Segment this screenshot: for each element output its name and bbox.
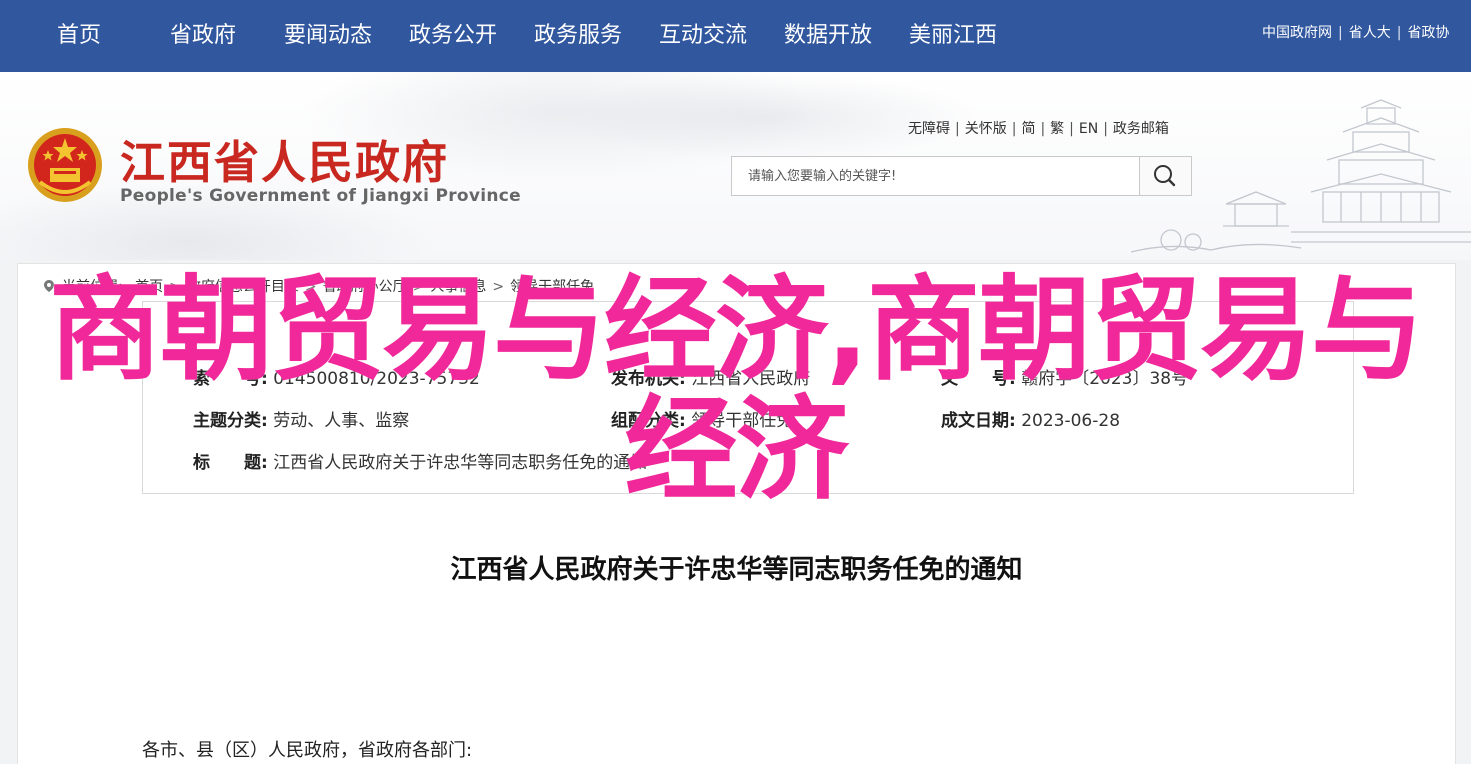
nav-gov-affairs-public[interactable]: 政务公开: [409, 0, 497, 72]
breadcrumb-personnel-info[interactable]: 人事信息: [430, 279, 486, 295]
info-publisher-value: 江西省人民政府: [691, 369, 811, 389]
divider: |: [1338, 25, 1343, 41]
info-date-value: 2023-06-28: [1021, 411, 1121, 431]
document-title: 江西省人民政府关于许忠华等同志职务任免的通知: [450, 555, 1023, 585]
breadcrumb-home[interactable]: 首页: [135, 279, 163, 295]
link-china-gov[interactable]: 中国政府网: [1262, 25, 1332, 41]
nav-news[interactable]: 要闻动态: [284, 0, 372, 72]
site-title-cn[interactable]: 江西省人民政府: [120, 126, 449, 191]
info-org-value: 领导干部任免: [691, 411, 794, 431]
divider: |: [955, 121, 960, 137]
info-org-label: 组配分类:: [611, 411, 686, 431]
national-emblem-icon[interactable]: [26, 126, 104, 204]
info-title: 标 题: 江西省人民政府关于许忠华等同志职务任免的通知: [193, 448, 647, 473]
breadcrumb-separator: >: [412, 279, 425, 295]
info-topic: 主题分类: 劳动、人事、监察: [193, 406, 409, 431]
breadcrumb-general-office[interactable]: 省政府办公厅: [323, 279, 407, 295]
nav-interaction[interactable]: 互动交流: [659, 0, 747, 72]
link-provincial-congress[interactable]: 省人大: [1349, 25, 1391, 41]
link-care-mode[interactable]: 关怀版: [965, 121, 1007, 137]
info-date: 成文日期: 2023-06-28: [941, 406, 1120, 431]
cloud-decoration: [560, 72, 980, 162]
info-date-label: 成文日期:: [941, 411, 1016, 431]
link-accessibility[interactable]: 无障碍: [908, 121, 950, 137]
tengwang-pavilion-illustration: [1131, 99, 1471, 253]
info-topic-value: 劳动、人事、监察: [273, 411, 410, 431]
link-traditional[interactable]: 繁: [1050, 121, 1064, 137]
link-english[interactable]: EN: [1079, 121, 1098, 137]
info-publisher-label: 发布机关:: [611, 369, 686, 389]
info-docno: 文 号: 赣府字〔2023〕38号: [941, 364, 1188, 389]
breadcrumb-leader-appointment[interactable]: 领导干部任免: [510, 279, 594, 295]
info-index-value: 014500810/2023-75732: [273, 369, 480, 389]
link-provincial-cppcc[interactable]: 省政协: [1407, 25, 1449, 41]
breadcrumb-separator: >: [492, 279, 505, 295]
site-header: 江西省人民政府 People's Government of Jiangxi P…: [0, 72, 1471, 260]
info-org: 组配分类: 领导干部任免: [611, 406, 793, 431]
site-title-en: People's Government of Jiangxi Province: [120, 186, 521, 206]
breadcrumb-info-catalog[interactable]: 政府信息公开目录: [187, 279, 299, 295]
location-pin-icon: [44, 280, 54, 292]
divider: |: [1103, 121, 1108, 137]
info-index: 索 号: 014500810/2023-75732: [193, 364, 480, 389]
info-title-value: 江西省人民政府关于许忠华等同志职务任免的通知: [273, 453, 648, 473]
document-info-table: 索 号: 014500810/2023-75732 发布机关: 江西省人民政府 …: [142, 301, 1354, 494]
nav-open-data[interactable]: 数据开放: [784, 0, 872, 72]
article-container: 当前位置: 首页 > 政府信息公开目录 > 省政府办公厅 > 人事信息 > 领导干部任免 索 号…: [17, 263, 1456, 764]
breadcrumb-separator: >: [304, 279, 317, 295]
info-title-label: 标 题:: [193, 453, 268, 473]
divider: |: [1011, 121, 1017, 137]
info-topic-label: 主题分类:: [193, 411, 268, 431]
info-docno-label: 文 号:: [941, 369, 1016, 389]
breadcrumb-prefix: 当前位置:: [62, 279, 123, 295]
top-links: 中国政府网 | 省人大 | 省政协: [1262, 0, 1449, 66]
top-nav-bar: 首页 省政府 要闻动态 政务公开 政务服务 互动交流 数据开放 美丽江西 中国政…: [0, 0, 1471, 72]
info-publisher: 发布机关: 江西省人民政府: [611, 364, 810, 389]
nav-beautiful-jiangxi[interactable]: 美丽江西: [909, 0, 997, 72]
info-docno-value: 赣府字〔2023〕38号: [1021, 369, 1189, 389]
divider: |: [1069, 121, 1074, 137]
nav-province-gov[interactable]: 省政府: [170, 0, 236, 72]
search-box: [731, 156, 1192, 196]
utility-links: 无障碍 | 关怀版 | 简 | 繁 | EN | 政务邮箱: [908, 118, 1169, 138]
breadcrumb: 当前位置: 首页 > 政府信息公开目录 > 省政府办公厅 > 人事信息 > 领导干部任免: [42, 276, 594, 296]
document-salutation: 各市、县（区）人民政府，省政府各部门:: [142, 740, 473, 761]
divider: |: [1396, 25, 1402, 41]
info-index-label: 索 号:: [193, 369, 268, 389]
divider: |: [1040, 121, 1046, 137]
nav-home[interactable]: 首页: [57, 0, 101, 72]
link-simplified[interactable]: 简: [1021, 121, 1035, 137]
nav-gov-services[interactable]: 政务服务: [534, 0, 622, 72]
breadcrumb-separator: >: [169, 279, 181, 295]
search-input[interactable]: [732, 157, 1142, 195]
